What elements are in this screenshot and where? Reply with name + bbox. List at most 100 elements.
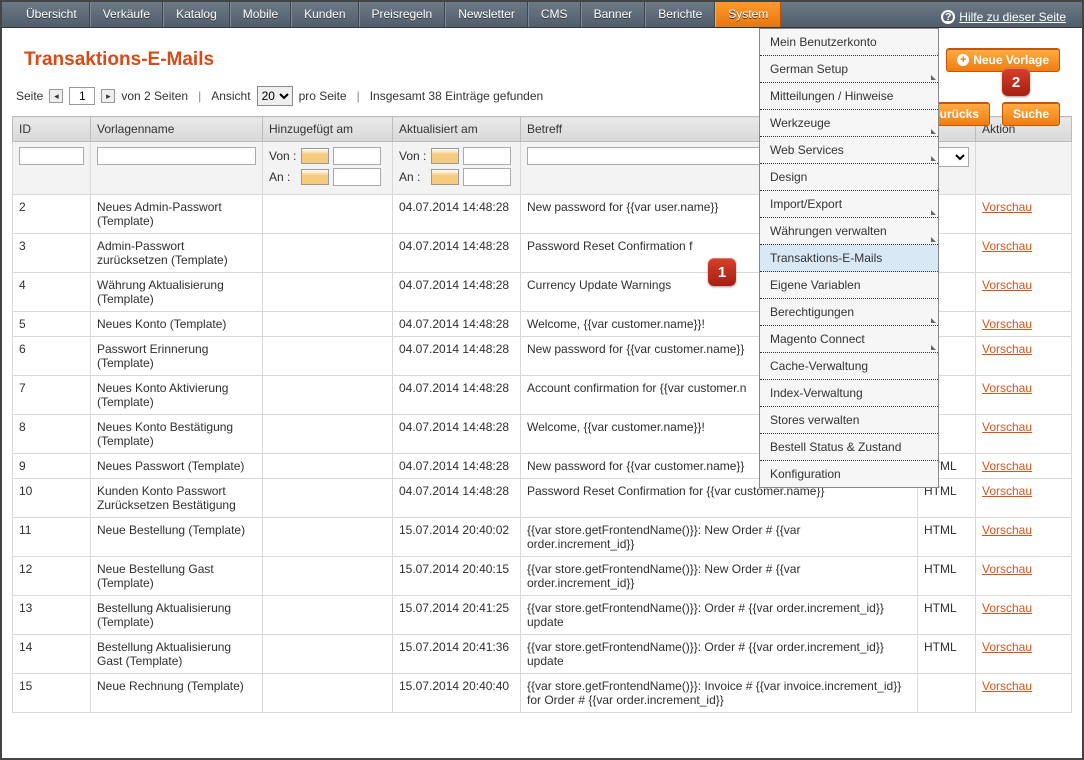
preview-link[interactable]: Vorschau	[982, 317, 1032, 331]
filter-name[interactable]	[97, 147, 256, 165]
menu-item[interactable]: Mein Benutzerkonto	[760, 29, 938, 56]
cell-updated: 04.07.2014 14:48:28	[393, 479, 521, 518]
page-input[interactable]	[69, 87, 95, 105]
nav-tab-übersicht[interactable]: Übersicht	[14, 2, 90, 27]
preview-link[interactable]: Vorschau	[982, 200, 1032, 214]
cell-type: HTML	[918, 596, 976, 635]
menu-item[interactable]: Bestell Status & Zustand	[760, 434, 938, 461]
col-name[interactable]: Vorlagenname	[91, 117, 263, 142]
cell-added	[263, 376, 393, 415]
filter-id[interactable]	[19, 147, 84, 165]
cell-id: 13	[13, 596, 91, 635]
preview-link[interactable]: Vorschau	[982, 459, 1032, 473]
preview-link[interactable]: Vorschau	[982, 239, 1032, 253]
menu-item[interactable]: Mitteilungen / Hinweise	[760, 83, 938, 110]
nav-tab-verkäufe[interactable]: Verkäufe	[90, 2, 163, 27]
cell-name: Neues Admin-Passwort (Template)	[91, 195, 263, 234]
cell-updated: 04.07.2014 14:48:28	[393, 312, 521, 337]
cell-name: Neues Konto Bestätigung (Template)	[91, 415, 263, 454]
new-template-label: Neue Vorlage	[973, 53, 1049, 67]
menu-item[interactable]: Index-Verwaltung	[760, 380, 938, 407]
preview-link[interactable]: Vorschau	[982, 484, 1032, 498]
system-dropdown: Mein BenutzerkontoGerman SetupMitteilung…	[759, 28, 939, 488]
preview-link[interactable]: Vorschau	[982, 679, 1032, 693]
menu-item[interactable]: Magento Connect	[760, 326, 938, 353]
table-row[interactable]: 13Bestellung Aktualisierung (Template)15…	[13, 596, 1072, 635]
cell-updated: 04.07.2014 14:48:28	[393, 415, 521, 454]
col-added[interactable]: Hinzugefügt am	[263, 117, 393, 142]
cell-name: Neues Passwort (Template)	[91, 454, 263, 479]
preview-link[interactable]: Vorschau	[982, 381, 1032, 395]
nav-tab-system[interactable]: System	[715, 2, 781, 27]
cell-type: HTML	[918, 518, 976, 557]
filter-updated-to[interactable]	[463, 168, 511, 186]
preview-link[interactable]: Vorschau	[982, 278, 1032, 292]
calendar-icon[interactable]	[431, 169, 459, 185]
callout-2: 2	[1002, 68, 1030, 96]
preview-link[interactable]: Vorschau	[982, 601, 1032, 615]
plus-icon: +	[957, 54, 969, 66]
help-icon: ?	[941, 10, 955, 24]
table-row[interactable]: 12Neue Bestellung Gast (Template)15.07.2…	[13, 557, 1072, 596]
menu-item[interactable]: Web Services	[760, 137, 938, 164]
cell-updated: 04.07.2014 14:48:28	[393, 234, 521, 273]
filter-updated-from[interactable]	[463, 147, 511, 165]
total-count: Insgesamt 38 Einträge gefunden	[370, 89, 543, 103]
cell-updated: 15.07.2014 20:41:36	[393, 635, 521, 674]
preview-link[interactable]: Vorschau	[982, 523, 1032, 537]
nav-tab-berichte[interactable]: Berichte	[645, 2, 715, 27]
cell-updated: 04.07.2014 14:48:28	[393, 273, 521, 312]
per-page-select[interactable]: 20	[257, 86, 293, 106]
search-button[interactable]: Suche	[1002, 102, 1060, 126]
preview-link[interactable]: Vorschau	[982, 562, 1032, 576]
next-page-button[interactable]: ▸	[101, 89, 115, 103]
cell-name: Neue Rechnung (Template)	[91, 674, 263, 713]
nav-tab-cms[interactable]: CMS	[528, 2, 581, 27]
per-page-suffix: pro Seite	[299, 89, 347, 103]
menu-item[interactable]: Währungen verwalten	[760, 218, 938, 245]
cell-name: Kunden Konto Passwort Zurücksetzen Bestä…	[91, 479, 263, 518]
menu-item[interactable]: Design	[760, 164, 938, 191]
cell-added	[263, 273, 393, 312]
cell-added	[263, 557, 393, 596]
cell-added	[263, 234, 393, 273]
calendar-icon[interactable]	[301, 148, 329, 164]
col-id[interactable]: ID	[13, 117, 91, 142]
preview-link[interactable]: Vorschau	[982, 640, 1032, 654]
cell-subject: {{var store.getFrontendName()}}: New Ord…	[521, 557, 918, 596]
menu-item[interactable]: Transaktions-E-Mails	[760, 245, 938, 272]
cell-added	[263, 674, 393, 713]
preview-link[interactable]: Vorschau	[982, 420, 1032, 434]
preview-link[interactable]: Vorschau	[982, 342, 1032, 356]
new-template-button[interactable]: + Neue Vorlage	[946, 48, 1060, 72]
filter-added-to[interactable]	[333, 168, 381, 186]
menu-item[interactable]: Berechtigungen	[760, 299, 938, 326]
table-row[interactable]: 14Bestellung Aktualisierung Gast (Templa…	[13, 635, 1072, 674]
nav-tab-preisregeln[interactable]: Preisregeln	[359, 2, 446, 27]
calendar-icon[interactable]	[301, 169, 329, 185]
filter-added-from[interactable]	[333, 147, 381, 165]
cell-updated: 04.07.2014 14:48:28	[393, 337, 521, 376]
menu-item[interactable]: German Setup	[760, 56, 938, 83]
col-updated[interactable]: Aktualisiert am	[393, 117, 521, 142]
cell-updated: 04.07.2014 14:48:28	[393, 195, 521, 234]
calendar-icon[interactable]	[431, 148, 459, 164]
nav-tab-banner[interactable]: Banner	[581, 2, 646, 27]
nav-tab-katalog[interactable]: Katalog	[163, 2, 230, 27]
nav-tab-mobile[interactable]: Mobile	[230, 2, 291, 27]
cell-added	[263, 596, 393, 635]
cell-added	[263, 337, 393, 376]
cell-id: 4	[13, 273, 91, 312]
prev-page-button[interactable]: ◂	[49, 89, 63, 103]
table-row[interactable]: 11Neue Bestellung (Template)15.07.2014 2…	[13, 518, 1072, 557]
menu-item[interactable]: Werkzeuge	[760, 110, 938, 137]
help-link[interactable]: ?Hilfe zu dieser Seite	[935, 2, 1082, 27]
menu-item[interactable]: Eigene Variablen	[760, 272, 938, 299]
menu-item[interactable]: Cache-Verwaltung	[760, 353, 938, 380]
menu-item[interactable]: Stores verwalten	[760, 407, 938, 434]
menu-item[interactable]: Import/Export	[760, 191, 938, 218]
menu-item[interactable]: Konfiguration	[760, 461, 938, 487]
nav-tab-kunden[interactable]: Kunden	[291, 2, 358, 27]
nav-tab-newsletter[interactable]: Newsletter	[445, 2, 528, 27]
table-row[interactable]: 15Neue Rechnung (Template)15.07.2014 20:…	[13, 674, 1072, 713]
